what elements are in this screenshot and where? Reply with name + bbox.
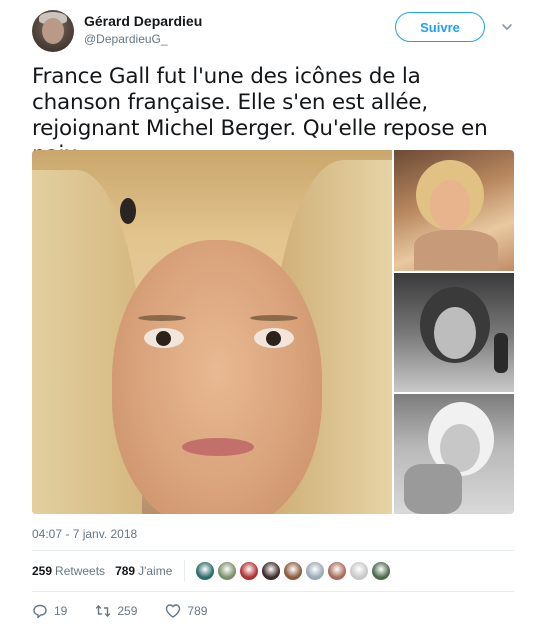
divider [32, 591, 514, 592]
liker-avatar[interactable] [283, 561, 304, 581]
main-photo[interactable] [32, 150, 392, 514]
photo-thumbnail-2[interactable] [394, 273, 514, 392]
likes-label[interactable]: J'aime [138, 564, 172, 578]
reply-count: 19 [54, 604, 68, 618]
retweets-label[interactable]: Retweets [55, 564, 105, 578]
retweet-count: 259 [117, 604, 138, 618]
liker-avatar[interactable] [349, 561, 370, 581]
stats-separator [184, 560, 186, 582]
reply-icon [33, 604, 47, 619]
liker-avatar[interactable] [261, 561, 282, 581]
tweet-header: Gérard Depardieu @DepardieuG_ Suivre [32, 10, 520, 54]
photo-thumbnail-1[interactable] [394, 150, 514, 271]
liker-avatars [195, 561, 393, 581]
liker-avatar[interactable] [239, 561, 260, 581]
retweet-button[interactable]: 259 [95, 603, 137, 619]
photo-thumbnail-3[interactable] [394, 394, 514, 514]
divider [32, 550, 514, 551]
follow-button[interactable]: Suivre [395, 12, 485, 42]
retweet-icon [96, 605, 111, 617]
chevron-down-icon[interactable] [500, 20, 514, 34]
tweet-timestamp[interactable]: 04:07 - 7 janv. 2018 [32, 527, 137, 541]
liker-avatar[interactable] [371, 561, 392, 581]
like-button[interactable]: 789 [165, 603, 207, 619]
liker-avatar[interactable] [327, 561, 348, 581]
author-name[interactable]: Gérard Depardieu [84, 13, 202, 29]
author-avatar[interactable] [32, 10, 74, 52]
liker-avatar[interactable] [305, 561, 326, 581]
reply-button[interactable]: 19 [32, 603, 67, 619]
tweet-stats: 259 Retweets 789 J'aime [32, 560, 393, 582]
likes-count[interactable]: 789 [115, 564, 135, 578]
tweet-media-grid [32, 150, 514, 514]
liker-avatar[interactable] [217, 561, 238, 581]
tweet-actions: 19 259 789 [32, 600, 235, 622]
author-handle[interactable]: @DepardieuG_ [84, 32, 168, 46]
liker-avatar[interactable] [195, 561, 216, 581]
heart-icon [166, 604, 181, 618]
retweets-count[interactable]: 259 [32, 564, 52, 578]
like-count: 789 [187, 604, 208, 618]
